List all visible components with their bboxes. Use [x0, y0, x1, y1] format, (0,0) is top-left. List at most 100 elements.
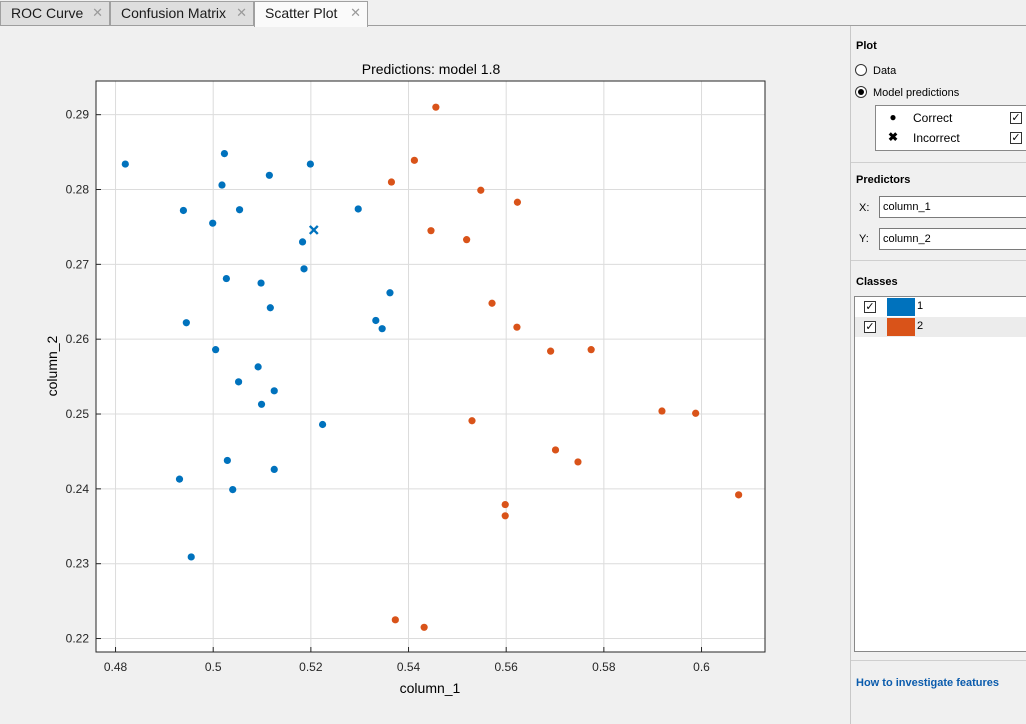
data-radio-label: Data: [873, 65, 897, 77]
tab-confusion-matrix[interactable]: Confusion Matrix ✕: [110, 1, 254, 25]
divider: [851, 660, 1026, 661]
data-point-class-1[interactable]: [187, 553, 195, 561]
predictors-section-title: Predictors: [856, 174, 911, 186]
legend-row-incorrect: ✖ Incorrect ✓: [876, 128, 1026, 148]
data-point-class-2[interactable]: [410, 156, 418, 164]
data-point-class-1[interactable]: [223, 456, 231, 465]
data-point-class-2[interactable]: [501, 500, 509, 509]
x-tick-label: 0.56: [495, 660, 519, 674]
data-point-class-2[interactable]: [427, 227, 435, 235]
y-tick-label: 0.28: [66, 183, 90, 197]
data-point-class-2[interactable]: [735, 491, 743, 499]
data-point-class-1[interactable]: [235, 206, 244, 214]
data-point-class-2[interactable]: [420, 623, 428, 631]
data-point-class-2[interactable]: [513, 323, 521, 331]
data-point-class-1[interactable]: [254, 363, 262, 371]
y-tick-label: 0.29: [66, 108, 90, 122]
close-icon[interactable]: ✕: [236, 2, 247, 24]
class-row-1[interactable]: ✓ 1: [855, 297, 1026, 317]
data-point-class-1[interactable]: [218, 181, 226, 189]
data-point-class-2[interactable]: [468, 417, 476, 425]
help-link[interactable]: How to investigate features: [856, 677, 999, 689]
class-2-checkbox[interactable]: ✓: [864, 321, 876, 333]
data-point-class-1[interactable]: [270, 387, 278, 395]
data-point-class-1[interactable]: [229, 486, 237, 494]
data-point-class-1[interactable]: [298, 238, 307, 246]
tab-roc-curve[interactable]: ROC Curve ✕: [0, 1, 110, 25]
y-tick-label: 0.23: [66, 557, 90, 571]
y-tick-label: 0.26: [66, 332, 90, 346]
x-axis-label: column_1: [400, 680, 461, 696]
correct-checkbox[interactable]: ✓: [1010, 112, 1022, 124]
data-point-class-1[interactable]: [121, 160, 129, 168]
data-point-class-1[interactable]: [306, 160, 314, 168]
data-point-class-2[interactable]: [463, 236, 471, 244]
data-point-class-1[interactable]: [265, 171, 273, 179]
x-predictor-select[interactable]: column_1: [879, 196, 1026, 218]
y-tick-label: 0.24: [66, 482, 90, 496]
y-tick-label: 0.22: [66, 632, 90, 646]
data-point-class-1[interactable]: [257, 400, 266, 408]
axes-background: [96, 81, 765, 652]
data-point-class-2[interactable]: [513, 198, 522, 206]
plot-section-title: Plot: [856, 40, 877, 52]
x-tick-label: 0.48: [104, 660, 128, 674]
data-point-class-2[interactable]: [574, 458, 582, 466]
data-point-class-2[interactable]: [692, 409, 700, 417]
y-field-label: Y:: [859, 233, 869, 245]
data-point-class-2[interactable]: [587, 346, 595, 354]
data-point-class-1[interactable]: [372, 316, 380, 325]
data-radio[interactable]: [855, 64, 867, 76]
tab-scatter-plot[interactable]: Scatter Plot ✕: [254, 1, 368, 27]
data-point-class-1[interactable]: [270, 465, 278, 473]
x-tick-label: 0.6: [693, 660, 710, 674]
data-point-class-2[interactable]: [477, 186, 485, 194]
class-row-2[interactable]: ✓ 2: [855, 317, 1026, 337]
close-icon[interactable]: ✕: [350, 2, 361, 24]
data-point-class-2[interactable]: [387, 178, 396, 186]
data-point-class-2[interactable]: [391, 616, 399, 624]
cross-icon: ✖: [887, 130, 899, 144]
data-point-class-1[interactable]: [175, 475, 184, 483]
x-tick-label: 0.5: [205, 660, 222, 674]
data-point-class-1[interactable]: [182, 319, 190, 327]
data-point-class-1[interactable]: [234, 378, 243, 386]
data-point-class-2[interactable]: [658, 407, 666, 415]
model-predictions-radio[interactable]: [855, 86, 867, 98]
data-point-class-1[interactable]: [386, 289, 394, 297]
data-point-class-1[interactable]: [354, 205, 362, 213]
y-tick-label: 0.27: [66, 257, 90, 271]
dot-icon: ●: [889, 110, 897, 124]
class-1-label: 1: [917, 300, 924, 312]
close-icon[interactable]: ✕: [92, 2, 103, 24]
data-point-class-1[interactable]: [318, 420, 327, 429]
scatter-chart[interactable]: 0.48 0.5 0.52 0.54 0.56 0.58 0.6 0.22 0.23 0.24 0.…: [0, 26, 850, 724]
data-point-class-2[interactable]: [432, 103, 440, 111]
class-1-checkbox[interactable]: ✓: [864, 301, 876, 313]
legend-incorrect-label: Incorrect: [913, 131, 960, 145]
data-point-class-1[interactable]: [209, 219, 217, 227]
data-point-class-2[interactable]: [488, 299, 496, 307]
x-tick-label: 0.58: [592, 660, 616, 674]
data-point-class-1[interactable]: [179, 206, 188, 215]
class-2-color-swatch[interactable]: [887, 318, 915, 336]
data-point-class-2[interactable]: [547, 347, 555, 355]
y-predictor-select[interactable]: column_2: [879, 228, 1026, 250]
prediction-legend: ● Correct ✓ ✖ Incorrect ✓: [875, 105, 1026, 151]
tab-label: Scatter Plot: [265, 5, 338, 21]
data-point-class-1[interactable]: [266, 304, 274, 312]
data-point-class-1[interactable]: [378, 325, 386, 333]
class-1-color-swatch[interactable]: [887, 298, 915, 316]
data-point-class-1[interactable]: [220, 149, 229, 158]
data-point-class-1[interactable]: [300, 265, 308, 273]
data-point-class-2[interactable]: [501, 512, 509, 520]
incorrect-checkbox[interactable]: ✓: [1010, 132, 1022, 144]
data-point-class-2[interactable]: [551, 446, 560, 454]
tab-label: ROC Curve: [11, 5, 84, 21]
chart-title: Predictions: model 1.8: [362, 61, 501, 77]
tab-bar: ROC Curve ✕ Confusion Matrix ✕ Scatter P…: [0, 0, 1026, 27]
legend-correct-label: Correct: [913, 111, 953, 125]
data-point-class-1[interactable]: [212, 346, 220, 354]
data-point-class-1[interactable]: [222, 274, 230, 283]
data-point-class-1[interactable]: [257, 279, 265, 287]
